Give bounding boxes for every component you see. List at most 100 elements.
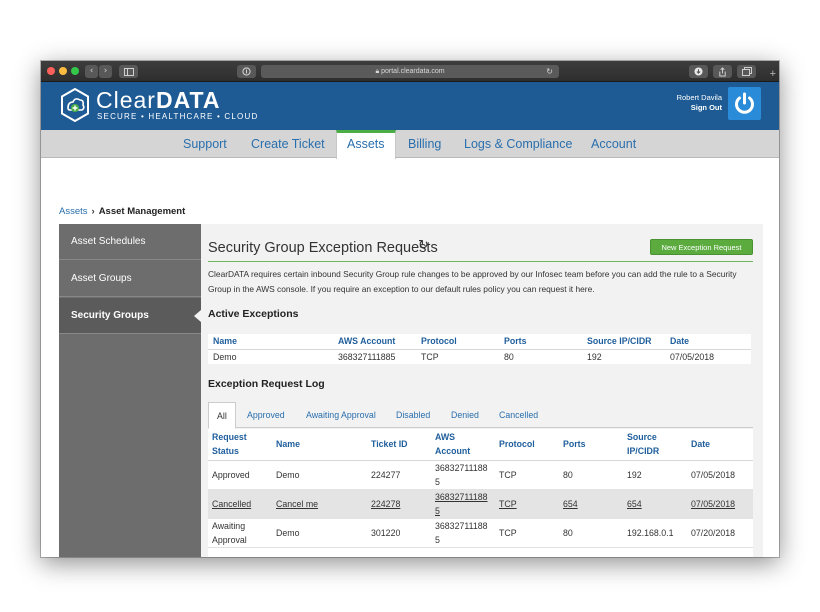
- main-content: Security Group Exception Requests ↻ New …: [201, 224, 763, 557]
- exception-log-heading: Exception Request Log: [208, 378, 325, 390]
- table-cell: TCP: [495, 518, 559, 548]
- reload-icon[interactable]: ↻: [546, 65, 553, 78]
- sidebar-item-asset-schedules[interactable]: Asset Schedules: [59, 224, 201, 260]
- table-cell: [687, 547, 753, 557]
- forward-button[interactable]: ›: [99, 65, 112, 78]
- table-cell: [367, 547, 431, 557]
- tab-all[interactable]: All: [208, 402, 236, 429]
- column-header[interactable]: Name: [208, 334, 333, 350]
- sidebar-toggle-button[interactable]: [119, 65, 138, 78]
- tabs-overview-button[interactable]: [737, 65, 756, 78]
- column-header[interactable]: Ports: [499, 334, 582, 350]
- exception-log-table: Request Status Name Ticket ID AWS Accoun…: [208, 429, 753, 557]
- new-tab-icon[interactable]: +: [770, 68, 776, 80]
- table-cell: TCP: [421, 351, 439, 362]
- table-cell: Awaiting Approval: [208, 518, 272, 548]
- table-cell: TCP: [495, 460, 559, 490]
- nav-logs-compliance[interactable]: Logs & Compliance: [464, 130, 572, 158]
- browser-toolbar: ‹ › 🔒︎ portal.cleardata.com ↻ +: [41, 61, 779, 82]
- table-cell: Demo: [272, 518, 367, 548]
- table-cell: Cancel me: [272, 489, 367, 519]
- refresh-icon[interactable]: ↻: [418, 238, 429, 253]
- table-cell: [559, 547, 623, 557]
- column-header[interactable]: AWS Account: [431, 429, 495, 461]
- table-row[interactable]: Approved Demo 224277 368327111885 TCP 80…: [208, 460, 753, 490]
- nav-account[interactable]: Account: [591, 130, 636, 158]
- breadcrumb-current: Asset Management: [98, 206, 186, 217]
- table-header-row: Request Status Name Ticket ID AWS Accoun…: [208, 429, 753, 461]
- address-bar[interactable]: 🔒︎ portal.cleardata.com ↻: [261, 65, 559, 78]
- table-cell: 192.168.0.1: [623, 518, 687, 548]
- download-icon: [694, 67, 703, 76]
- table-cell: 192: [623, 460, 687, 490]
- tab-disabled[interactable]: Disabled: [396, 402, 430, 428]
- tab-denied[interactable]: Denied: [451, 402, 479, 428]
- table-cell: [495, 547, 559, 557]
- tabs-icon: [741, 67, 752, 76]
- table-cell: 80: [504, 351, 514, 362]
- column-header[interactable]: Protocol: [416, 334, 499, 350]
- new-exception-request-button[interactable]: New Exception Request: [650, 239, 753, 255]
- share-icon: [719, 66, 726, 77]
- table-cell: Demo: [213, 351, 237, 362]
- cleardata-logo-icon: [61, 88, 89, 122]
- table-cell: 07/20/2018: [687, 518, 753, 548]
- nav-assets[interactable]: Assets: [336, 130, 396, 159]
- tab-cancelled[interactable]: Cancelled: [499, 402, 538, 428]
- column-header[interactable]: Date: [687, 429, 753, 461]
- power-button[interactable]: [728, 87, 761, 120]
- table-cell: 07/05/2018: [687, 460, 753, 490]
- shield-icon: [242, 67, 251, 76]
- table-cell: 80: [559, 518, 623, 548]
- table-cell: 368327111885: [338, 351, 396, 362]
- tab-approved[interactable]: Approved: [247, 402, 285, 428]
- breadcrumb-assets-link[interactable]: Assets: [59, 206, 88, 217]
- forward-icon: ›: [103, 66, 108, 76]
- table-cell: 301220: [367, 518, 431, 548]
- sidebar-item-asset-groups[interactable]: Asset Groups: [59, 261, 201, 297]
- table-header-row: Name AWS Account Protocol Ports Source I…: [208, 334, 751, 350]
- privacy-report-button[interactable]: [237, 65, 256, 78]
- app-header: ClearDATA SECURE • HEALTHCARE • CLOUD Ro…: [41, 82, 779, 130]
- downloads-button[interactable]: [689, 65, 708, 78]
- sign-out-link[interactable]: Sign Out: [691, 103, 722, 112]
- column-header[interactable]: Name: [272, 429, 367, 461]
- user-name: Robert Davila: [676, 93, 722, 102]
- column-header[interactable]: AWS Account: [333, 334, 416, 350]
- minimize-window-button[interactable]: [59, 67, 67, 75]
- main-nav: Support Create Ticket Assets Billing Log…: [41, 130, 779, 159]
- column-header[interactable]: Date: [665, 334, 751, 350]
- table-cell: 36832711188: [431, 547, 495, 557]
- zoom-window-button[interactable]: [71, 67, 79, 75]
- table-cell: Awaiting: [208, 547, 272, 557]
- nav-support[interactable]: Support: [183, 130, 227, 158]
- column-header[interactable]: Request Status: [208, 429, 272, 461]
- table-cell: 654: [559, 489, 623, 519]
- share-button[interactable]: [713, 65, 732, 78]
- title-divider: [208, 261, 753, 262]
- sidebar-item-security-groups[interactable]: Security Groups: [59, 298, 201, 334]
- brand-bold: DATA: [155, 87, 221, 113]
- asset-sidebar: Asset Schedules Asset Groups Security Gr…: [59, 224, 201, 557]
- nav-billing[interactable]: Billing: [408, 130, 441, 158]
- log-filter-tabs: All Approved Awaiting Approval Disabled …: [208, 402, 753, 429]
- close-window-button[interactable]: [47, 67, 55, 75]
- power-icon: [735, 92, 754, 114]
- column-header[interactable]: Ports: [559, 429, 623, 461]
- table-cell: [623, 547, 687, 557]
- column-header[interactable]: Ticket ID: [367, 429, 431, 461]
- table-cell: 07/05/2018: [670, 351, 715, 362]
- table-cell: 224277: [367, 460, 431, 490]
- back-button[interactable]: ‹: [85, 65, 98, 78]
- back-icon: ‹: [89, 66, 94, 76]
- table-row[interactable]: Awaiting 36832711188: [208, 547, 753, 557]
- table-cell: Cancelled: [208, 489, 272, 519]
- nav-create-ticket[interactable]: Create Ticket: [251, 130, 325, 158]
- table-cell: 368327111885: [431, 518, 495, 548]
- column-header[interactable]: Source IP/CIDR: [582, 334, 665, 350]
- column-header[interactable]: Protocol: [495, 429, 559, 461]
- table-row[interactable]: Awaiting Approval Demo 301220 3683271118…: [208, 518, 753, 548]
- table-row[interactable]: Cancelled Cancel me 224278 368327111885 …: [208, 489, 753, 519]
- tab-awaiting-approval[interactable]: Awaiting Approval: [306, 402, 376, 428]
- column-header[interactable]: Source IP/CIDR: [623, 429, 687, 461]
